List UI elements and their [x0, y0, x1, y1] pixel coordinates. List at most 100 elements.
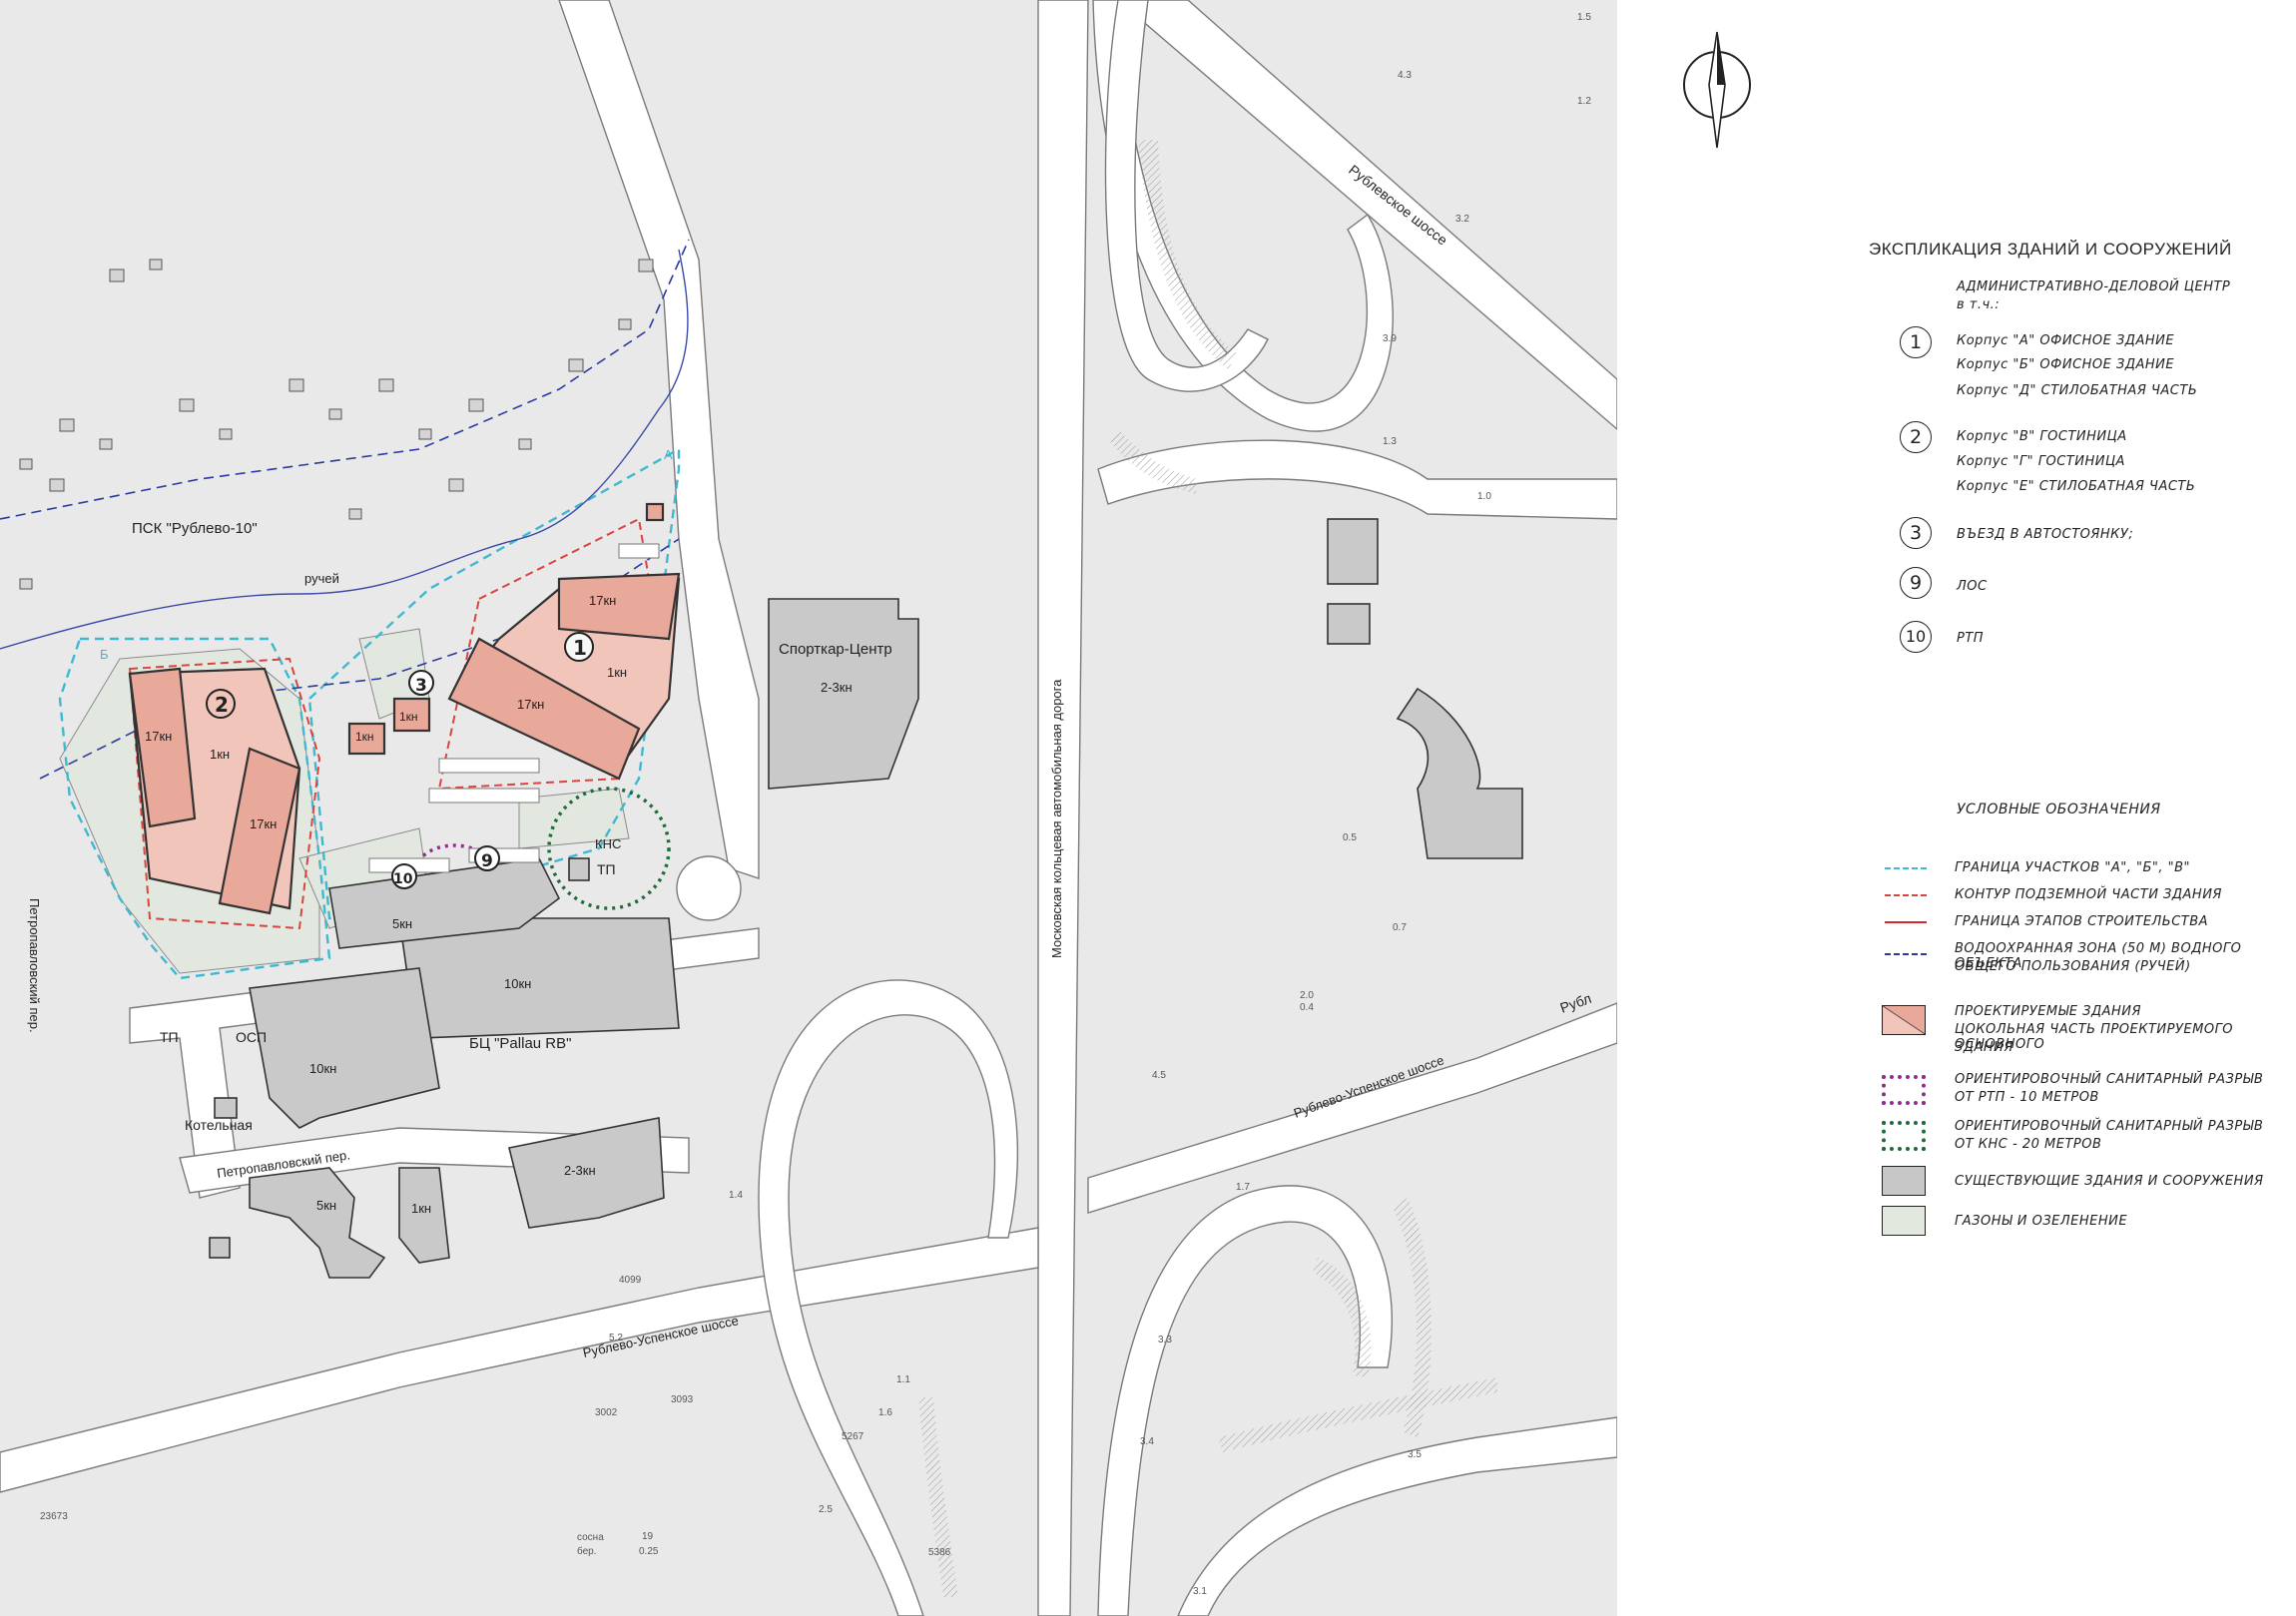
map-label: 3.1	[1193, 1586, 1207, 1597]
legend-label: ОТ КНС - 20 МЕТРОВ	[1955, 1137, 2102, 1152]
label-bc: БЦ "Pallau RB"	[469, 1035, 571, 1052]
map-label: 1.0	[1477, 491, 1491, 502]
map-label: 0.25	[639, 1546, 659, 1557]
label-tp1: ТП	[160, 1029, 179, 1045]
map-label: 19	[642, 1531, 654, 1542]
marker-2: 2	[1900, 421, 1932, 453]
explication-line: ЛОС	[1957, 579, 1988, 594]
legend-swatch-stages	[1885, 921, 1927, 923]
legend-swatch-projected	[1882, 1005, 1926, 1035]
label-kotelnaya: Котельная	[185, 1117, 253, 1133]
legend-label: КОНТУР ПОДЗЕМНОЙ ЧАСТИ ЗДАНИЯ	[1955, 887, 2222, 902]
map-label: 2.0	[1300, 990, 1314, 1001]
marker-9: 9	[1900, 567, 1932, 599]
site-plan-map: ПСК "Рублево-10" ручей Спорткар-Центр 2-…	[0, 0, 1617, 1616]
legend-swatch-existing	[1882, 1166, 1926, 1196]
marker-1: 1	[1900, 326, 1932, 358]
legend-label: ЗДАНИЯ	[1955, 1040, 2013, 1055]
building-1-tower-a	[557, 572, 681, 641]
explication-group-sub: в т.ч.:	[1957, 297, 2001, 312]
map-label: 3	[415, 676, 427, 696]
map-label: А	[664, 447, 673, 462]
legend-swatch-rtp-zone	[1882, 1075, 1926, 1105]
map-label: 1	[573, 636, 587, 660]
label-osp: ОСП	[236, 1029, 267, 1045]
roundabout	[676, 855, 742, 921]
map-label: 1кн	[399, 710, 418, 724]
north-arrow-icon	[1683, 31, 1751, 149]
map-label: 1.7	[1236, 1182, 1250, 1193]
map-label: 1.6	[878, 1407, 892, 1418]
map-label: 1кн	[411, 1201, 431, 1216]
marker-3: 3	[1900, 517, 1932, 549]
explication-group-title: АДМИНИСТРАТИВНО-ДЕЛОВОЙ ЦЕНТР	[1957, 279, 2231, 294]
label-kns: КНС	[595, 836, 621, 851]
map-label: 17кн	[517, 697, 544, 712]
map-label: 17кн	[145, 729, 172, 744]
map-label: 1.3	[1383, 436, 1397, 447]
legend-title: УСЛОВНЫЕ ОБОЗНАЧЕНИЯ	[1957, 802, 2161, 817]
label-sportcar-floors: 2-3кн	[821, 680, 853, 695]
map-label: 1кн	[210, 747, 230, 762]
explication-line: Корпус "Б" ОФИСНОЕ ЗДАНИЕ	[1957, 357, 2175, 372]
map-label: 10кн	[309, 1061, 336, 1076]
legend-swatch-kns-zone	[1882, 1121, 1926, 1151]
label-petro-vert: Петропавловский пер.	[27, 898, 42, 1033]
map-label: 23673	[40, 1511, 68, 1522]
map-label: бер.	[577, 1545, 597, 1557]
label-psk: ПСК "Рублево-10"	[132, 520, 258, 537]
map-label: 17кн	[589, 593, 616, 608]
map-label: 3.3	[1158, 1335, 1172, 1346]
legend-swatch-underground	[1885, 894, 1927, 896]
map-label: 3.5	[1408, 1449, 1422, 1460]
legend-label: СУЩЕСТВУЮЩИЕ ЗДАНИЯ И СООРУЖЕНИЯ	[1955, 1174, 2264, 1189]
legend-label: ГАЗОНЫ И ОЗЕЛЕНЕНИЕ	[1955, 1214, 2128, 1229]
map-label: 0.4	[1300, 1002, 1314, 1013]
map-label: 5.2	[609, 1333, 623, 1344]
map-label: 4099	[619, 1275, 642, 1286]
legend-swatch-water-zone	[1885, 953, 1927, 955]
label-ring-road: Московская кольцевая автомобильная дорог…	[1049, 679, 1064, 958]
map-label: 5кн	[316, 1198, 336, 1213]
legend-label: ОТ РТП - 10 МЕТРОВ	[1955, 1090, 2099, 1105]
map-label: 1кн	[355, 730, 374, 744]
map-label: сосна	[577, 1532, 604, 1543]
map-label: 9	[481, 851, 493, 871]
map-label: 3.9	[1383, 333, 1397, 344]
map-label: 3002	[595, 1407, 618, 1418]
explication-line: Корпус "Д" СТИЛОБАТНАЯ ЧАСТЬ	[1957, 383, 2198, 398]
map-label: 2.5	[819, 1504, 833, 1515]
legend-swatch-site-boundary	[1885, 867, 1927, 869]
explication-line: РТП	[1957, 631, 1985, 646]
legend-swatch-green	[1882, 1206, 1926, 1236]
map-label: 1.5	[1577, 12, 1591, 23]
explication-line: Корпус "А" ОФИСНОЕ ЗДАНИЕ	[1957, 333, 2175, 348]
legend-label: ОРИЕНТИРОВОЧНЫЙ САНИТАРНЫЙ РАЗРЫВ	[1955, 1072, 2264, 1087]
map-label: 3093	[671, 1394, 694, 1405]
explication-line: Корпус "В" ГОСТИНИЦА	[1957, 429, 2127, 444]
label-sportcar: Спорткар-Центр	[779, 641, 892, 658]
explication-line: Корпус "Г" ГОСТИНИЦА	[1957, 454, 2125, 469]
explication-line: Корпус "Е" СТИЛОБАТНАЯ ЧАСТЬ	[1957, 479, 2196, 494]
marker-10: 10	[1900, 621, 1932, 653]
legend-label: ПРОЕКТИРУЕМЫЕ ЗДАНИЯ	[1955, 1004, 2142, 1019]
label-tp2: ТП	[597, 861, 616, 877]
legend-label: ГРАНИЦА УЧАСТКОВ "А", "Б", "В"	[1955, 860, 2190, 875]
map-label: 5386	[928, 1547, 951, 1558]
legend-label: ГРАНИЦА ЭТАПОВ СТРОИТЕЛЬСТВА	[1955, 914, 2209, 929]
map-label: 3.4	[1140, 1436, 1154, 1447]
legend-label: ОБЩЕГО ПОЛЬЗОВАНИЯ (РУЧЕЙ)	[1955, 959, 2191, 974]
explication-line: ВЪЕЗД В АВТОСТОЯНКУ;	[1957, 527, 2134, 542]
map-label: 3.2	[1455, 214, 1469, 225]
map-label: 4.5	[1152, 1070, 1166, 1081]
map-label: 17кн	[250, 816, 277, 831]
map-label: 1.2	[1577, 96, 1591, 107]
map-label: 4.3	[1398, 70, 1412, 81]
explication-title: ЭКСПЛИКАЦИЯ ЗДАНИЙ И СООРУЖЕНИЙ	[1869, 240, 2232, 259]
map-label: 2-3кн	[564, 1163, 596, 1178]
map-label: 1кн	[607, 665, 627, 680]
map-label: 1.4	[729, 1190, 743, 1201]
map-label: 0.5	[1343, 832, 1357, 843]
legend-label: ОРИЕНТИРОВОЧНЫЙ САНИТАРНЫЙ РАЗРЫВ	[1955, 1119, 2264, 1134]
map-label: 5267	[842, 1431, 864, 1442]
